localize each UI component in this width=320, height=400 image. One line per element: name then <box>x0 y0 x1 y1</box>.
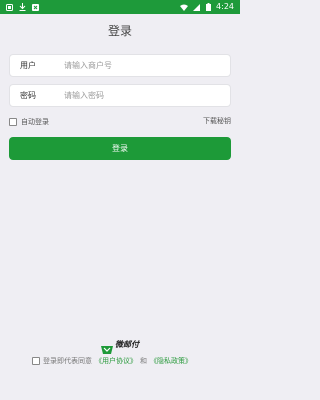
password-label: 密码 <box>20 91 36 100</box>
agreement-checkbox[interactable] <box>32 357 40 365</box>
wifi-icon <box>180 0 189 14</box>
close-square-icon <box>31 0 39 14</box>
password-field: 密码 <box>9 84 231 107</box>
signal-icon <box>192 0 200 14</box>
user-agreement-link[interactable]: 《用户协议》 <box>95 356 137 366</box>
agreement-prefix: 登录即代表同意 <box>43 357 92 365</box>
agreement-row: 登录即代表同意 《用户协议》 和 《隐私政策》 <box>32 356 192 366</box>
password-input[interactable] <box>64 88 224 103</box>
auto-login-option[interactable]: 自动登录 <box>9 117 49 127</box>
app-notification-icon <box>5 0 13 14</box>
auto-login-checkbox[interactable] <box>9 118 17 126</box>
status-time: 4:24 <box>216 2 234 11</box>
page-title: 登录 <box>107 24 132 38</box>
brand-name: 微邮付 <box>115 340 139 349</box>
login-button[interactable]: 登录 <box>9 137 231 160</box>
agreement-and: 和 <box>140 357 147 365</box>
brand: 微邮付 <box>0 339 240 354</box>
status-bar: 4:24 <box>0 0 240 14</box>
battery-icon <box>204 0 212 14</box>
user-input[interactable] <box>64 58 224 73</box>
user-label: 用户 <box>20 61 36 70</box>
download-icon <box>18 0 26 14</box>
privacy-policy-link[interactable]: 《隐私政策》 <box>150 356 192 366</box>
auto-login-label: 自动登录 <box>21 118 49 126</box>
download-key-link[interactable]: 下载秘钥 <box>203 116 231 126</box>
brand-logo-icon <box>101 340 113 354</box>
user-field: 用户 <box>9 54 231 77</box>
